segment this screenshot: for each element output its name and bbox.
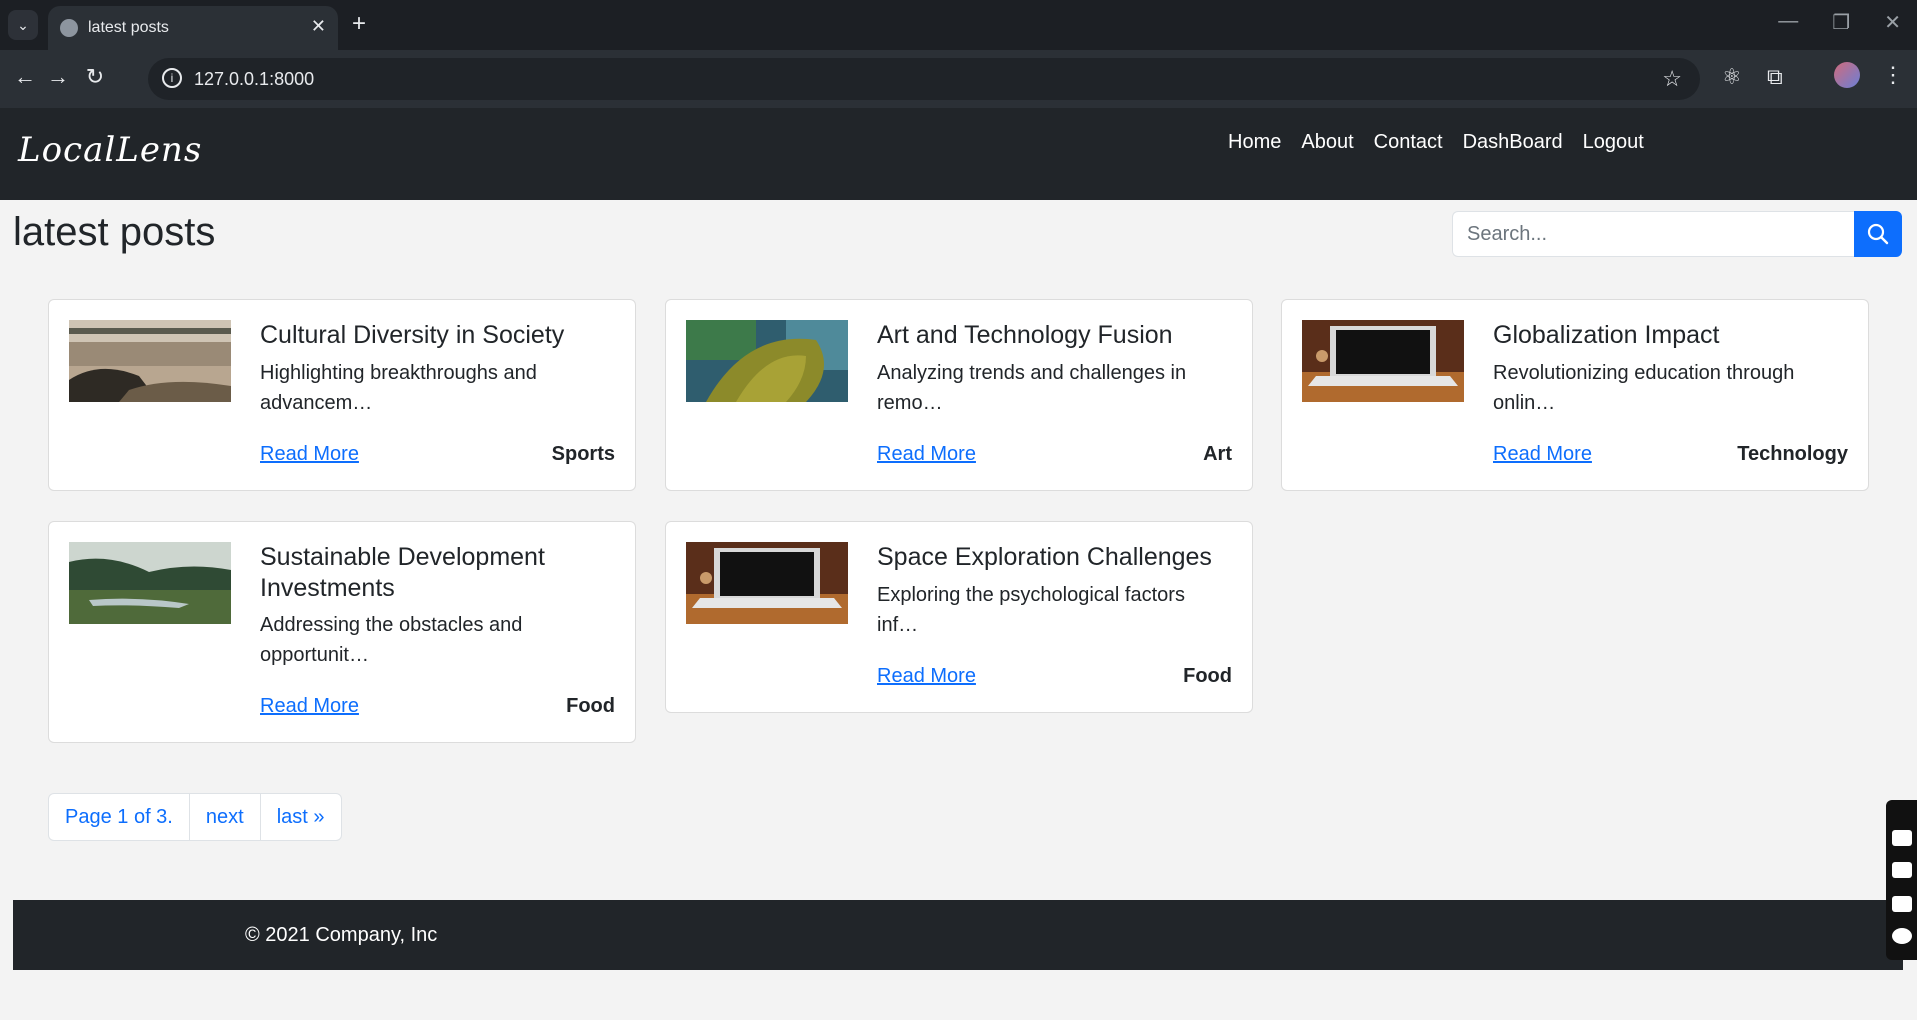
post-category: Food <box>566 695 615 717</box>
post-excerpt: Exploring the psychological factors inf… <box>877 584 1185 636</box>
post-card: Cultural Diversity in Society Highlighti… <box>48 299 636 491</box>
reload-icon[interactable]: ↻ <box>80 64 110 90</box>
window-close-icon[interactable]: ✕ <box>1884 10 1901 35</box>
site-navbar: LocalLens Home About Contact DashBoard L… <box>0 108 1917 200</box>
url-text[interactable]: 127.0.0.1:8000 <box>194 69 314 90</box>
tab-strip: ⌄ latest posts ✕ + — ❐ ✕ <box>0 0 1917 50</box>
read-more-link[interactable]: Read More <box>877 665 976 688</box>
post-thumbnail-laptop <box>1302 320 1464 402</box>
gear-icon[interactable] <box>1892 928 1912 944</box>
nav-about[interactable]: About <box>1301 131 1353 154</box>
restore-icon[interactable]: ❐ <box>1832 10 1850 35</box>
read-more-link[interactable]: Read More <box>260 695 359 718</box>
tab-title: latest posts <box>88 19 169 36</box>
nav-dashboard[interactable]: DashBoard <box>1463 131 1563 154</box>
tab-search-icon[interactable]: ⌄ <box>8 10 38 40</box>
post-excerpt: Highlighting breakthroughs and advancem… <box>260 362 537 414</box>
pagination: Page 1 of 3. next last » <box>48 793 342 841</box>
post-excerpt: Revolutionizing education through onlin… <box>1493 362 1795 414</box>
nav-contact[interactable]: Contact <box>1374 131 1443 154</box>
footer-copyright: © 2021 Company, Inc <box>245 924 438 946</box>
search-button[interactable] <box>1854 211 1902 257</box>
post-card: Sustainable Development Investments Addr… <box>48 521 636 743</box>
post-excerpt: Addressing the obstacles and opportunit… <box>260 614 523 666</box>
extensions-icon[interactable]: ⧉ <box>1767 64 1783 90</box>
brand-logo[interactable]: LocalLens <box>18 130 202 170</box>
window-controls: — ❐ ✕ <box>1778 10 1901 35</box>
post-category: Sports <box>551 443 615 465</box>
forward-icon[interactable]: → <box>43 64 73 90</box>
post-card: Space Exploration Challenges Exploring t… <box>665 521 1253 713</box>
post-excerpt: Analyzing trends and challenges in remo… <box>877 362 1187 414</box>
post-title: Globalization Impact <box>1493 321 1720 349</box>
page-next-link[interactable]: next <box>190 794 261 840</box>
read-more-link[interactable]: Read More <box>877 443 976 466</box>
profile-avatar[interactable] <box>1834 62 1860 88</box>
screen-capture-widget <box>1886 800 1917 960</box>
windows-icon[interactable] <box>1892 896 1912 912</box>
minimize-icon[interactable]: — <box>1778 10 1798 35</box>
post-thumbnail-tree <box>686 320 848 402</box>
site-info-icon[interactable]: i <box>162 68 182 88</box>
site-footer: © 2021 Company, Inc <box>13 900 1903 970</box>
back-icon[interactable]: ← <box>10 64 40 90</box>
post-card: Art and Technology Fusion Analyzing tren… <box>665 299 1253 491</box>
post-title: Sustainable Development Investments <box>260 543 545 602</box>
post-title: Cultural Diversity in Society <box>260 321 565 349</box>
post-thumbnail-beach <box>69 320 231 402</box>
search-input[interactable] <box>1452 211 1854 257</box>
nav-logout[interactable]: Logout <box>1583 131 1644 154</box>
video-icon[interactable] <box>1892 862 1912 878</box>
post-category: Art <box>1203 443 1232 465</box>
page-current[interactable]: Page 1 of 3. <box>49 794 190 840</box>
search-icon <box>1867 223 1889 245</box>
post-category: Technology <box>1737 443 1848 465</box>
new-tab-icon[interactable]: + <box>352 10 366 38</box>
post-category: Food <box>1183 665 1232 687</box>
browser-chrome: ⌄ latest posts ✕ + — ❐ ✕ ← → ↻ i 127.0.0… <box>0 0 1917 108</box>
read-more-link[interactable]: Read More <box>1493 443 1592 466</box>
page-title: latest posts <box>13 210 216 254</box>
globe-icon <box>60 19 78 37</box>
nav-home[interactable]: Home <box>1228 131 1281 154</box>
post-thumbnail-landscape <box>69 542 231 624</box>
read-more-link[interactable]: Read More <box>260 443 359 466</box>
nav-links: Home About Contact DashBoard Logout <box>1228 131 1644 154</box>
browser-tab[interactable]: latest posts ✕ <box>48 6 338 50</box>
search-form <box>1452 211 1902 257</box>
post-thumbnail-laptop <box>686 542 848 624</box>
camera-icon[interactable] <box>1892 830 1912 846</box>
menu-dots-icon[interactable]: ⋮ <box>1882 62 1904 88</box>
react-devtools-icon[interactable]: ⚛ <box>1722 64 1742 90</box>
browser-toolbar: ← → ↻ i 127.0.0.1:8000 ☆ ⚛ ⧉ ⋮ <box>0 50 1917 108</box>
post-card: Globalization Impact Revolutionizing edu… <box>1281 299 1869 491</box>
post-title: Art and Technology Fusion <box>877 321 1173 349</box>
post-title: Space Exploration Challenges <box>877 543 1212 571</box>
page-last-link[interactable]: last » <box>261 794 341 840</box>
close-icon[interactable]: ✕ <box>311 16 326 37</box>
bookmark-star-icon[interactable]: ☆ <box>1662 66 1682 92</box>
address-bar[interactable]: i 127.0.0.1:8000 ☆ <box>148 58 1700 100</box>
